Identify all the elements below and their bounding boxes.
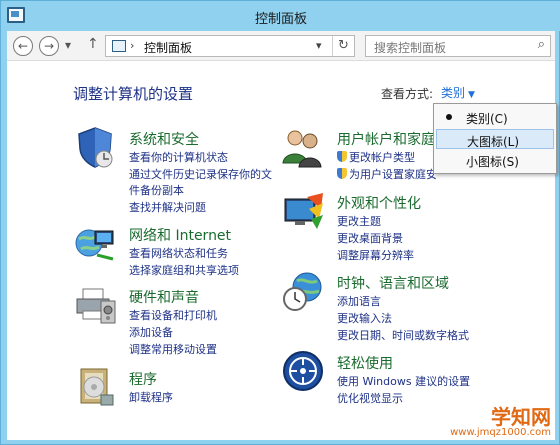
search-icon[interactable]: ⌕ — [538, 37, 545, 52]
watermark-logo-text: 学知网 — [491, 405, 551, 429]
menu-item-label: 大图标(L) — [467, 135, 520, 149]
link-text: 为用户设置家庭安 — [349, 168, 437, 181]
link-change-input-method[interactable]: 更改输入法 — [337, 310, 392, 326]
category-title-system-security[interactable]: 系统和安全 — [129, 129, 199, 149]
category-title-user-accounts[interactable]: 用户帐户和家庭 — [337, 129, 435, 149]
address-dropdown-icon[interactable]: ▾ — [316, 39, 322, 52]
users-icon — [282, 130, 322, 168]
menu-item-category[interactable]: 类别(C) — [436, 107, 554, 127]
link-desktop-background[interactable]: 更改桌面背景 — [337, 230, 403, 246]
control-panel-icon — [112, 40, 126, 52]
address-bar[interactable]: › 控制面板 ▾ ↻ — [105, 35, 355, 57]
link-homegroup[interactable]: 选择家庭组和共享选项 — [129, 262, 239, 278]
category-title-appearance[interactable]: 外观和个性化 — [337, 193, 421, 213]
breadcrumb-separator[interactable]: › — [130, 39, 134, 52]
forward-button[interactable]: → — [39, 36, 59, 56]
link-devices-printers[interactable]: 查看设备和打印机 — [129, 307, 217, 323]
menu-item-label: 小图标(S) — [466, 155, 519, 169]
link-file-history-cont[interactable]: 件备份副本 — [129, 182, 184, 198]
uac-shield-icon — [337, 151, 347, 162]
main-content: 调整计算机的设置 查看方式: 类别 ▼ 系统和安全 查看你的计算机状态 通过文件历… — [7, 61, 557, 440]
uac-shield-icon — [337, 168, 347, 179]
ease-of-access-icon — [283, 351, 323, 391]
up-button[interactable]: ↑ — [87, 36, 99, 52]
link-view-computer-status[interactable]: 查看你的计算机状态 — [129, 149, 228, 165]
menu-item-small-icons[interactable]: 小图标(S) — [436, 150, 554, 170]
link-uninstall-program[interactable]: 卸载程序 — [129, 389, 173, 405]
menu-item-label: 类别(C) — [466, 112, 508, 126]
shield-icon — [78, 127, 113, 168]
search-box[interactable]: 搜索控制面板 ⌕ — [365, 35, 551, 57]
link-recommended-settings[interactable]: 使用 Windows 建议的设置 — [337, 373, 470, 389]
link-change-theme[interactable]: 更改主题 — [337, 213, 381, 229]
link-change-account-type[interactable]: 更改帐户类型 — [337, 149, 415, 165]
link-date-time-format[interactable]: 更改日期、时间或数字格式 — [337, 327, 469, 343]
link-add-language[interactable]: 添加语言 — [337, 293, 381, 309]
view-by-label: 查看方式: — [381, 87, 434, 101]
watermark: 学知网 www.jmqz1000.com — [450, 401, 555, 439]
control-panel-window: 控制面板 ← → ▾ ↑ › 控制面板 ▾ ↻ 搜索控制面板 ⌕ 调整计算机的设… — [0, 0, 560, 445]
page-heading: 调整计算机的设置 — [73, 85, 194, 103]
link-family-safety[interactable]: 为用户设置家庭安 — [337, 166, 437, 182]
link-file-history[interactable]: 通过文件历史记录保存你的文 — [129, 166, 272, 182]
category-title-programs[interactable]: 程序 — [129, 369, 157, 389]
watermark-url: www.jmqz1000.com — [450, 427, 551, 438]
link-screen-resolution[interactable]: 调整屏幕分辨率 — [337, 247, 414, 263]
appearance-icon — [284, 193, 323, 229]
link-network-status[interactable]: 查看网络状态和任务 — [129, 245, 228, 261]
printer-icon — [76, 288, 116, 324]
category-title-hardware[interactable]: 硬件和声音 — [129, 287, 199, 307]
recent-locations-dropdown[interactable]: ▾ — [65, 38, 71, 52]
navigation-bar: ← → ▾ ↑ › 控制面板 ▾ ↻ 搜索控制面板 ⌕ — [7, 31, 555, 61]
link-text: 更改帐户类型 — [349, 151, 415, 164]
view-by-value: 类别 — [441, 86, 466, 100]
network-globe-icon — [75, 229, 114, 261]
selected-bullet-icon — [446, 114, 452, 120]
category-title-ease-of-access[interactable]: 轻松使用 — [337, 353, 393, 373]
view-by-select[interactable]: 类别 ▼ — [435, 81, 493, 103]
search-input[interactable]: 搜索控制面板 — [374, 39, 446, 56]
refresh-button[interactable]: ↻ — [332, 36, 354, 56]
category-title-clock[interactable]: 时钟、语言和区域 — [337, 273, 449, 293]
breadcrumb-control-panel[interactable]: 控制面板 — [144, 39, 192, 56]
menu-item-large-icons[interactable]: 大图标(L) — [436, 129, 554, 149]
chevron-down-icon: ▼ — [468, 90, 475, 100]
back-button[interactable]: ← — [13, 36, 33, 56]
window-title: 控制面板 — [254, 12, 307, 27]
view-by-menu: 类别(C) 大图标(L) 小图标(S) — [433, 103, 557, 174]
link-add-device[interactable]: 添加设备 — [129, 324, 173, 340]
clock-globe-icon — [283, 272, 322, 311]
link-optimize-display[interactable]: 优化视觉显示 — [337, 390, 403, 406]
link-mobility-settings[interactable]: 调整常用移动设置 — [129, 341, 217, 357]
category-title-network[interactable]: 网络和 Internet — [129, 225, 231, 245]
title-bar: 控制面板 — [1, 1, 560, 31]
link-troubleshoot[interactable]: 查找并解决问题 — [129, 199, 206, 215]
programs-icon — [80, 368, 114, 406]
